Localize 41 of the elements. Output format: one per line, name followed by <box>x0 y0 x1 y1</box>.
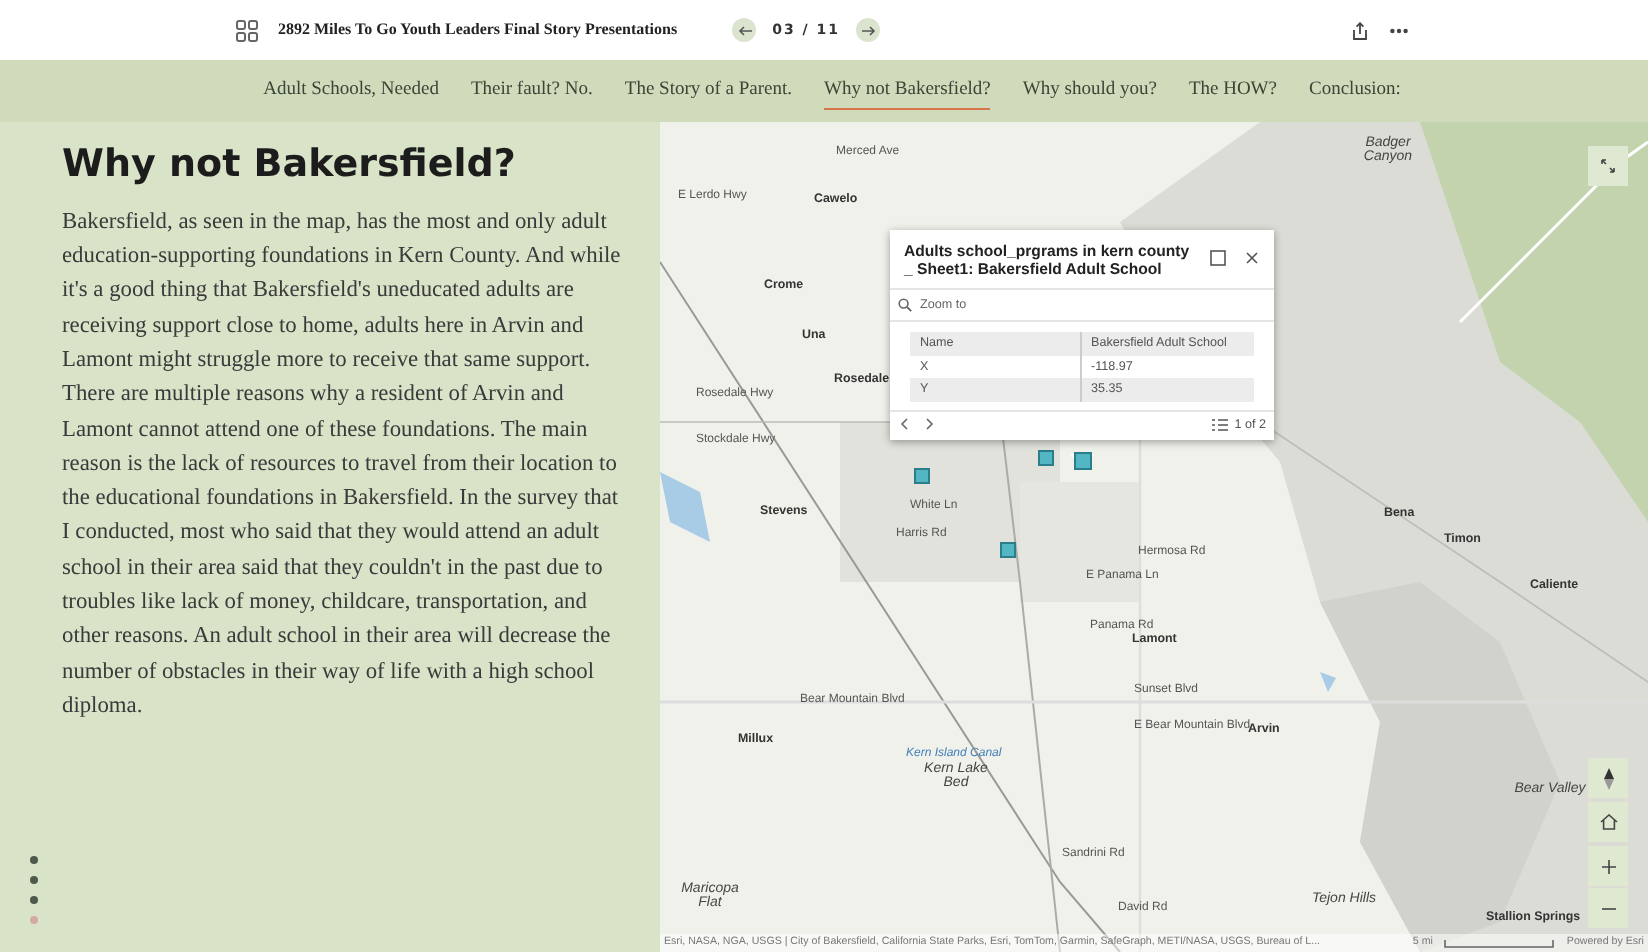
nav-tab[interactable]: Why should you? <box>1022 72 1157 110</box>
grid-icon[interactable] <box>236 19 258 41</box>
selected-map-marker[interactable] <box>1074 452 1092 470</box>
zoom-in-button[interactable] <box>1588 846 1628 886</box>
nav-tab[interactable]: Adult Schools, Needed <box>263 72 439 110</box>
nav-tab[interactable]: Their fault? No. <box>470 72 593 110</box>
expand-icon[interactable] <box>1600 158 1616 174</box>
dock-icon[interactable] <box>1210 250 1226 266</box>
arrow-right-icon[interactable] <box>861 25 875 35</box>
section-heading: Why not Bakersfield? <box>62 142 518 188</box>
scale-bar <box>1444 939 1555 947</box>
next-icon[interactable] <box>926 418 934 431</box>
plus-icon[interactable] <box>1601 859 1615 873</box>
story-paragraph: Bakersfield, as seen in the map, has the most and only adult education-supporting foundations in Kern County. And while it's a good thing that Bakersfield's uneducated adults are receiving support close to home, adults here in Arvin and Lamont might struggle more to receive that same support. There are multiple reasons why a resident of Arvin and Lamont cannot attend one of these foundations. The main reason is the lack of resources to travel from their location to the educational foundations in Bakersfield. In the survey that I conducted, most who said that they would attend an adult school in their area said that they couldn't in the past due to troubles like lack of money, childcare, transportation, and other reasons. An adult school in their area will decrease the number of obstacles in their way of life with a high school diploma. <box>62 207 623 722</box>
minus-icon[interactable] <box>1601 907 1615 909</box>
more-icon[interactable] <box>1390 27 1408 33</box>
list-icon[interactable] <box>1212 417 1229 432</box>
nav-tab[interactable]: The HOW? <box>1188 72 1277 110</box>
map-marker[interactable] <box>914 468 930 484</box>
slide-dot[interactable] <box>30 856 38 864</box>
compass-icon[interactable] <box>1603 767 1613 789</box>
map-marker[interactable] <box>1038 450 1054 466</box>
slide-dot[interactable] <box>30 916 38 924</box>
nav-tab[interactable]: Why not Bakersfield? <box>824 71 991 111</box>
previous-icon[interactable] <box>900 418 908 431</box>
arrow-left-icon[interactable] <box>737 25 752 35</box>
next-button[interactable] <box>856 18 880 42</box>
nav-tab[interactable]: The Story of a Parent. <box>624 72 793 110</box>
home-button[interactable] <box>1588 802 1628 842</box>
home-icon[interactable] <box>1599 814 1617 830</box>
close-icon[interactable] <box>1246 252 1258 264</box>
compass-button[interactable] <box>1588 758 1628 798</box>
share-icon[interactable] <box>1352 21 1368 39</box>
story-title: 2892 Miles To Go Youth Leaders Final Story Presentations <box>278 18 678 42</box>
map-marker[interactable] <box>1000 542 1016 558</box>
search-icon <box>898 297 912 312</box>
expand-button[interactable] <box>1588 146 1628 186</box>
slide-dot[interactable] <box>30 896 38 904</box>
previous-button[interactable] <box>732 18 757 42</box>
nav-tab[interactable]: Conclusion: <box>1309 72 1401 110</box>
slide-dot[interactable] <box>30 876 38 884</box>
